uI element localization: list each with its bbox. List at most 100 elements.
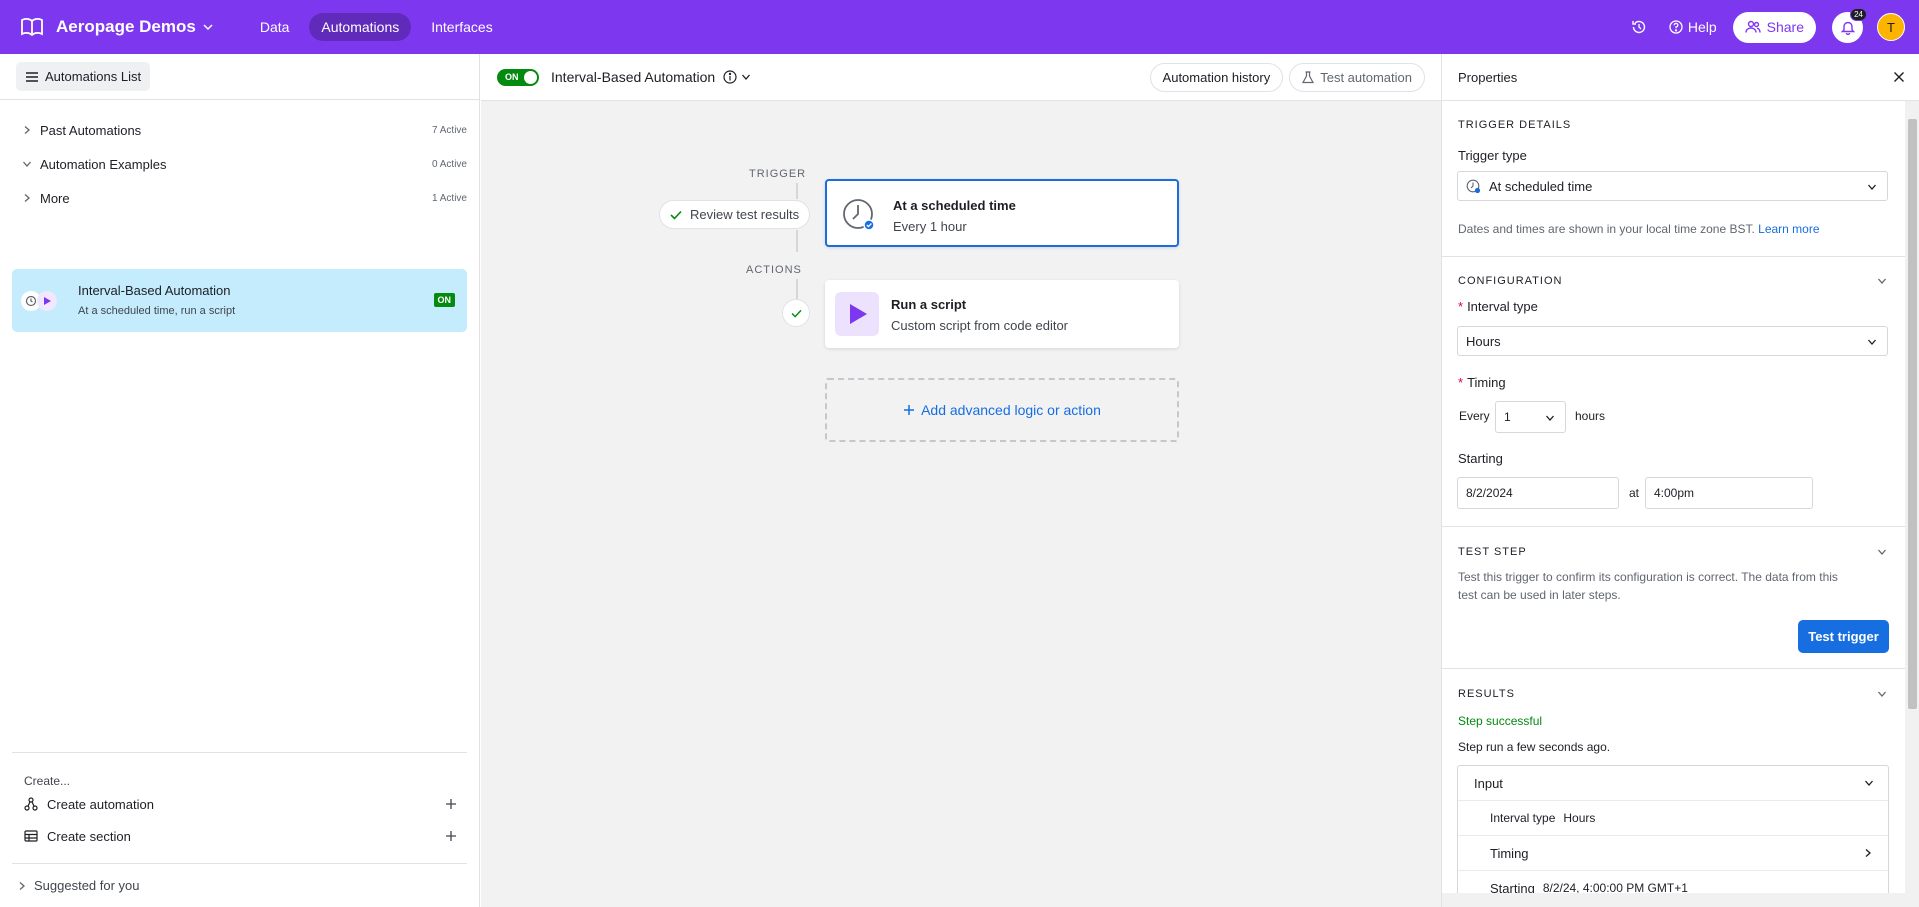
chevron-down-icon[interactable] [1877, 689, 1887, 699]
chevron-right-icon [24, 194, 30, 202]
panel-scrollbar[interactable] [1905, 101, 1919, 907]
automation-history-button[interactable]: Automation history [1149, 63, 1284, 92]
clock-icon [837, 193, 881, 237]
help-button[interactable]: Help [1669, 19, 1717, 35]
section-past-automations[interactable]: Past Automations 7 Active [22, 118, 467, 142]
section-more[interactable]: More 1 Active [22, 186, 467, 210]
automation-subtitle: At a scheduled time, run a script [78, 305, 236, 317]
test-step-description-line1: Test this trigger to confirm its configu… [1458, 570, 1838, 584]
section-automation-examples[interactable]: Automation Examples 0 Active [22, 152, 467, 176]
results-heading: RESULTS [1458, 688, 1515, 700]
check-icon [790, 309, 802, 318]
create-automation-label: Create automation [47, 796, 154, 812]
tab-automations[interactable]: Automations [309, 13, 412, 41]
tab-data[interactable]: Data [248, 13, 302, 41]
start-time-value: 4:00pm [1654, 486, 1695, 500]
chevron-down-icon[interactable] [741, 72, 751, 82]
book-logo-icon[interactable] [20, 15, 44, 39]
timing-label: * Timing [1458, 375, 1506, 390]
info-icon[interactable] [723, 70, 737, 84]
input-toggle-row[interactable]: Input [1458, 766, 1888, 801]
create-section-button[interactable]: Create section [24, 826, 467, 846]
trigger-type-select[interactable]: At scheduled time [1457, 171, 1888, 201]
divider [12, 863, 467, 864]
trigger-type-label: Trigger type [1458, 148, 1527, 163]
close-icon[interactable] [1893, 71, 1905, 83]
plus-icon[interactable] [445, 830, 457, 842]
review-test-results-button[interactable]: Review test results [659, 200, 811, 229]
automation-title: Interval-Based Automation [78, 283, 231, 298]
automation-on-toggle[interactable]: ON [497, 68, 539, 86]
panel-horizontal-scrollbar[interactable] [1442, 893, 1906, 907]
configuration-heading: CONFIGURATION [1458, 275, 1563, 287]
divider [1442, 256, 1906, 257]
flask-icon [1302, 71, 1315, 84]
every-value-select[interactable]: 1 [1495, 401, 1566, 433]
start-date-input[interactable]: 8/2/2024 [1457, 477, 1619, 509]
notifications-button[interactable]: 24 [1832, 7, 1867, 43]
trigger-type-value: At scheduled time [1489, 178, 1593, 194]
automations-list-label: Automations List [45, 69, 142, 84]
plus-icon [904, 405, 915, 415]
table-icon [24, 830, 38, 842]
section-active-count: 0 Active [431, 158, 467, 170]
chevron-right-icon [1865, 849, 1871, 857]
automation-step-icons [21, 291, 57, 311]
automation-name[interactable]: Interval-Based Automation [551, 69, 715, 85]
chevron-down-icon[interactable] [1877, 547, 1887, 557]
help-label: Help [1687, 19, 1717, 35]
result-row-timing[interactable]: Timing [1458, 836, 1888, 871]
automation-icon [24, 797, 38, 811]
review-test-results-label: Review test results [690, 207, 800, 222]
history-icon[interactable] [1631, 19, 1647, 35]
status-badge: ON [433, 293, 455, 307]
test-automation-button[interactable]: Test automation [1289, 63, 1425, 92]
create-section-label: Create section [47, 828, 131, 844]
automations-list-button[interactable]: Automations List [16, 62, 151, 91]
chevron-down-icon[interactable] [1877, 276, 1887, 286]
trigger-step-subtitle: Every 1 hour [893, 219, 967, 234]
add-logic-or-action-button[interactable]: Add advanced logic or action [825, 378, 1179, 442]
create-label: Create... [24, 774, 71, 788]
required-asterisk: * [1458, 375, 1464, 390]
result-value: Hours [1563, 811, 1596, 825]
results-input-box: Input Interval type Hours Timing Startin… [1457, 765, 1889, 907]
start-time-input[interactable]: 4:00pm [1645, 477, 1813, 509]
result-key: Interval type [1490, 811, 1556, 825]
automation-item-interval-based[interactable]: Interval-Based Automation At a scheduled… [12, 269, 467, 332]
connector-line [796, 279, 798, 299]
result-key: Timing [1490, 845, 1529, 861]
check-icon [670, 210, 682, 220]
test-trigger-button[interactable]: Test trigger [1798, 620, 1889, 653]
user-avatar[interactable]: T [1877, 13, 1905, 41]
every-label: Every [1459, 409, 1490, 423]
chevron-down-icon [1546, 415, 1554, 421]
action-step-card[interactable]: Run a script Custom script from code edi… [825, 280, 1179, 348]
connector-line [796, 230, 798, 252]
step-successful-text: Step successful [1458, 714, 1543, 728]
interval-type-text: Interval type [1467, 299, 1538, 314]
trigger-label: TRIGGER [749, 168, 807, 180]
section-label: Past Automations [40, 122, 142, 138]
automation-canvas: ON Interval-Based Automation Automation … [481, 54, 1441, 907]
interval-type-select[interactable]: Hours [1457, 326, 1888, 356]
suggested-for-you[interactable]: Suggested for you [18, 878, 140, 893]
base-name[interactable]: Aeropage Demos [56, 17, 196, 37]
chevron-down-icon [23, 161, 31, 167]
bell-icon [1840, 21, 1855, 35]
chevron-right-icon [24, 126, 30, 134]
plus-icon[interactable] [445, 798, 457, 810]
chevron-down-icon[interactable] [202, 21, 214, 33]
timezone-note: Dates and times are shown in your local … [1458, 222, 1820, 236]
learn-more-link[interactable]: Learn more [1758, 222, 1819, 236]
chevron-right-icon [19, 881, 25, 890]
scrollbar-thumb[interactable] [1908, 119, 1917, 709]
trigger-step-card[interactable]: At a scheduled time Every 1 hour [825, 179, 1179, 247]
tab-interfaces[interactable]: Interfaces [419, 13, 504, 41]
create-automation-button[interactable]: Create automation [24, 794, 467, 814]
divider [1442, 526, 1906, 527]
share-button[interactable]: Share [1732, 11, 1816, 43]
step-run-text: Step run a few seconds ago. [1458, 740, 1611, 754]
hours-label: hours [1575, 409, 1606, 423]
sidebar-header: Automations List [0, 54, 479, 100]
